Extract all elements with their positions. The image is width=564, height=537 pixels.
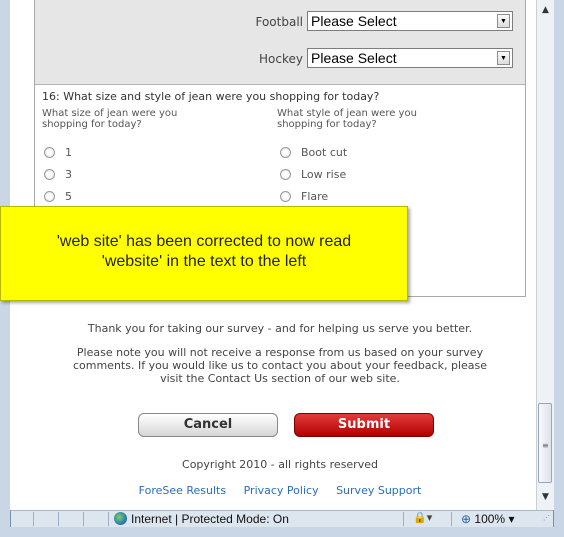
sport-row-football: Football Please Select ▼ (35, 11, 525, 33)
football-select-value: Please Select (311, 13, 397, 29)
style-option-label: Boot cut (301, 146, 348, 159)
status-divider (108, 512, 109, 526)
size-option[interactable]: 3 (44, 168, 72, 181)
vertical-scrollbar[interactable]: ▲ ≡ ▼ (536, 0, 554, 510)
question-title: 16: What size and style of jean were you… (42, 90, 380, 103)
survey-support-link[interactable]: Survey Support (336, 484, 421, 497)
submit-button[interactable]: Submit (294, 413, 434, 437)
sports-section: Football Please Select ▼ Hockey Please S… (35, 0, 525, 85)
radio-button[interactable] (44, 147, 55, 158)
foresee-results-link[interactable]: ForeSee Results (139, 484, 226, 497)
zoom-level[interactable]: ⊕ 100% ▾ (461, 512, 514, 526)
status-divider (403, 512, 404, 526)
hockey-select-value: Please Select (311, 50, 397, 66)
style-option[interactable]: Low rise (280, 168, 346, 181)
radio-button[interactable] (280, 169, 291, 180)
radio-button[interactable] (44, 169, 55, 180)
size-column-header: What size of jean were you shopping for … (42, 108, 178, 130)
status-divider (83, 512, 84, 526)
zoom-value: 100% (474, 512, 506, 526)
radio-button[interactable] (44, 191, 55, 202)
football-label: Football (255, 15, 303, 29)
resize-grip-icon[interactable]: ⋰ (543, 514, 550, 522)
globe-icon (114, 512, 127, 525)
disclaimer-text: Please note you will not receive a respo… (72, 346, 488, 385)
hockey-label: Hockey (259, 52, 303, 66)
scroll-down-icon[interactable]: ▼ (537, 489, 554, 506)
status-divider (58, 512, 59, 526)
style-option[interactable]: Flare (280, 190, 328, 203)
hockey-select[interactable]: Please Select ▼ (307, 48, 513, 68)
grip-icon: ≡ (542, 441, 549, 450)
style-option-label: Low rise (301, 168, 347, 181)
copyright-text: Copyright 2010 - all rights reserved (182, 458, 378, 471)
style-option[interactable]: Boot cut (280, 146, 347, 159)
scrollbar-thumb[interactable]: ≡ (538, 403, 552, 483)
status-divider (33, 512, 34, 526)
size-option[interactable]: 5 (44, 190, 72, 203)
size-option-label: 5 (65, 190, 72, 203)
cancel-button[interactable]: Cancel (138, 413, 278, 437)
protected-mode-lock-icon[interactable]: 🔒▾ (413, 511, 432, 524)
status-divider (451, 512, 452, 526)
status-bar: Internet | Protected Mode: On 🔒▾ ⊕ 100% … (11, 510, 553, 527)
style-column-header: What style of jean were you shopping for… (277, 108, 417, 130)
football-select[interactable]: Please Select ▼ (307, 11, 513, 31)
size-option-label: 3 (65, 168, 72, 181)
footer-links: ForeSee Results Privacy Policy Survey Su… (34, 484, 526, 497)
privacy-policy-link[interactable]: Privacy Policy (244, 484, 319, 497)
callout-line-1: 'web site' has been corrected to now rea… (56, 233, 352, 250)
style-option-label: Flare (301, 190, 329, 203)
thank-you-text: Thank you for taking our survey - and fo… (87, 322, 473, 335)
scroll-up-icon[interactable]: ▲ (537, 2, 554, 19)
size-option-label: 1 (65, 146, 72, 159)
security-zone[interactable]: Internet | Protected Mode: On (131, 512, 289, 526)
annotation-callout: 'web site' has been corrected to now rea… (0, 206, 408, 301)
radio-button[interactable] (280, 191, 291, 202)
size-option[interactable]: 1 (44, 146, 72, 159)
magnifier-icon: ⊕ (461, 512, 472, 526)
callout-line-2: 'website' in the text to the left (101, 253, 307, 270)
chevron-down-icon[interactable]: ▼ (497, 51, 510, 65)
chevron-down-icon[interactable]: ▼ (497, 14, 510, 28)
radio-button[interactable] (280, 147, 291, 158)
sport-row-hockey: Hockey Please Select ▼ (35, 48, 525, 70)
